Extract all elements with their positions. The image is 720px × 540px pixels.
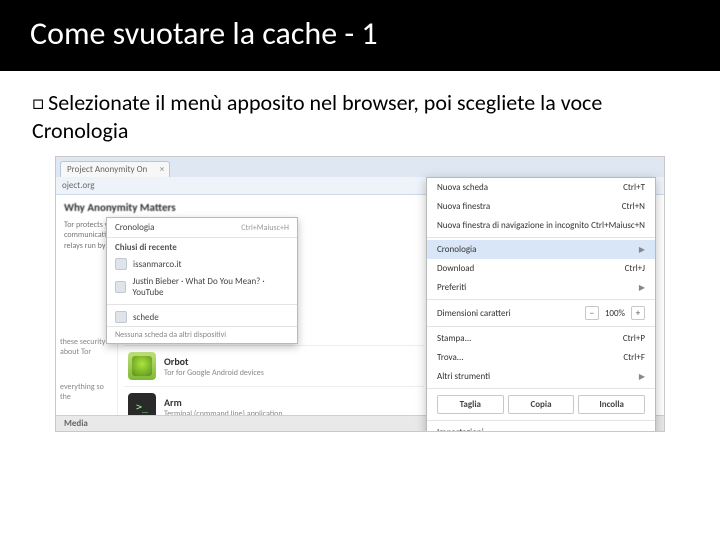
app-desc: Tor for Google Android devices: [164, 368, 264, 378]
list-item[interactable]: Orbot Tor for Google Android devices: [124, 345, 424, 386]
copy-button[interactable]: Copia: [508, 395, 575, 414]
submenu-section-label: Chiusi di recente: [107, 238, 297, 255]
submenu-header[interactable]: Cronologia Ctrl+Maiusc+H: [107, 218, 297, 238]
main-menu: Nuova schedaCtrl+T Nuova finestraCtrl+N …: [426, 177, 656, 432]
peek-label: Media: [64, 418, 88, 429]
browser-tab[interactable]: Project Anonymity On ×: [60, 161, 170, 177]
menu-item-find[interactable]: Trova...Ctrl+F: [427, 348, 655, 367]
page-icon: [115, 258, 127, 270]
screenshot-wrap: Project Anonymity On × oject.org Why Ano…: [0, 156, 720, 432]
menu-item-downloads[interactable]: DownloadCtrl+J: [427, 259, 655, 278]
page-icon: [115, 311, 127, 323]
menu-item-new-window[interactable]: Nuova finestraCtrl+N: [427, 197, 655, 216]
history-item-label: schede: [133, 312, 159, 323]
separator: [427, 420, 655, 421]
paste-button[interactable]: Incolla: [578, 395, 645, 414]
cut-button[interactable]: Taglia: [437, 395, 504, 414]
zoom-label: Dimensioni caratteri: [437, 308, 579, 319]
chevron-right-icon: ▶: [639, 372, 645, 382]
orbot-icon: [128, 352, 156, 380]
separator: [427, 326, 655, 327]
history-item[interactable]: Justin Bieber · What Do You Mean? · YouT…: [107, 273, 297, 301]
menu-item-bookmarks[interactable]: Preferiti▶: [427, 278, 655, 297]
menu-clipboard-row: Taglia Copia Incolla: [427, 391, 655, 418]
browser-screenshot: Project Anonymity On × oject.org Why Ano…: [55, 156, 665, 432]
slide-title: Come svuotare la cache - 1: [30, 14, 702, 53]
separator: [107, 304, 297, 305]
page-icon: [115, 281, 126, 293]
history-item-label: issanmarco.it: [133, 259, 181, 270]
sidebar-chunk: everything so the: [60, 382, 113, 403]
bullet-text: Selezionate il menù apposito nel browser…: [32, 89, 602, 144]
zoom-minus-button[interactable]: −: [585, 306, 599, 320]
history-submenu: Cronologia Ctrl+Maiusc+H Chiusi di recen…: [106, 217, 298, 344]
menu-item-more-tools[interactable]: Altri strumenti▶: [427, 367, 655, 386]
menu-zoom-row: Dimensioni caratteri − 100% +: [427, 302, 655, 324]
close-icon[interactable]: ×: [160, 164, 164, 175]
app-name: Arm: [164, 396, 283, 409]
separator: [427, 299, 655, 300]
address-text: oject.org: [62, 180, 94, 191]
chevron-right-icon: ▶: [639, 245, 645, 255]
history-item[interactable]: schede: [107, 308, 297, 326]
bullet-icon: □: [32, 91, 44, 115]
slide-bullet: □Selezionate il menù apposito nel browse…: [0, 71, 720, 156]
shortcut-hint: Ctrl+Maiusc+H: [241, 223, 289, 233]
history-item-label: Justin Bieber · What Do You Mean? · YouT…: [132, 276, 289, 298]
menu-item-incognito[interactable]: Nuova finestra di navigazione in incogni…: [427, 216, 655, 235]
menu-item-settings[interactable]: Impostazioni: [427, 423, 655, 432]
chevron-right-icon: ▶: [639, 283, 645, 293]
menu-item-print[interactable]: Stampa...Ctrl+P: [427, 329, 655, 348]
menu-item-history[interactable]: Cronologia▶: [427, 240, 655, 259]
tab-title: Project Anonymity On: [67, 164, 147, 175]
menu-item-new-tab[interactable]: Nuova schedaCtrl+T: [427, 178, 655, 197]
submenu-footer: Nessuna scheda da altri dispositivi: [107, 326, 297, 343]
zoom-value: 100%: [605, 308, 625, 319]
submenu-title: Cronologia: [115, 222, 154, 233]
separator: [427, 388, 655, 389]
tabstrip: Project Anonymity On ×: [56, 157, 664, 177]
slide-title-bar: Come svuotare la cache - 1: [0, 0, 720, 71]
app-name: Orbot: [164, 355, 264, 368]
zoom-plus-button[interactable]: +: [631, 306, 645, 320]
separator: [427, 237, 655, 238]
history-item[interactable]: issanmarco.it: [107, 255, 297, 273]
